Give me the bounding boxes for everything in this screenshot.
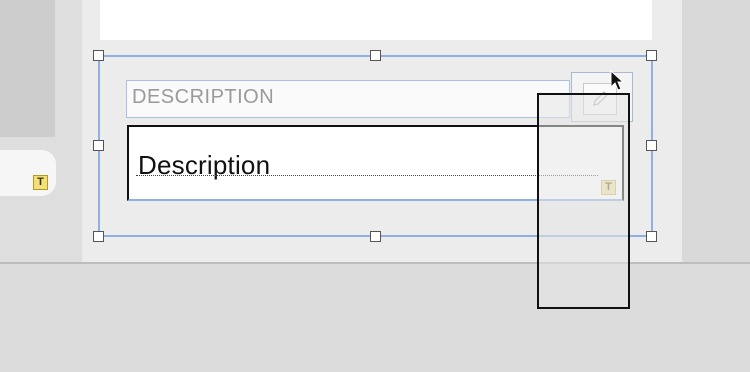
resize-handle-left[interactable]: [93, 140, 104, 151]
resize-handle-bottom[interactable]: [370, 231, 381, 242]
text-field-marker-icon: T: [33, 175, 48, 190]
left-panel: [0, 0, 55, 137]
right-gutter: [682, 0, 750, 262]
panel-divider: [0, 262, 750, 264]
field-value: Description: [138, 150, 271, 180]
resize-handle-top[interactable]: [370, 50, 381, 61]
field-label: DESCRIPTION: [132, 86, 275, 108]
resize-handle-right[interactable]: [646, 140, 657, 151]
resize-handle-bottom-right[interactable]: [646, 231, 657, 242]
resize-handle-bottom-left[interactable]: [93, 231, 104, 242]
field-card-above[interactable]: [100, 0, 652, 40]
resize-handle-top-left[interactable]: [93, 50, 104, 61]
drag-overlay: [537, 93, 630, 309]
resize-handle-top-right[interactable]: [646, 50, 657, 61]
dotted-baseline: [136, 175, 598, 176]
